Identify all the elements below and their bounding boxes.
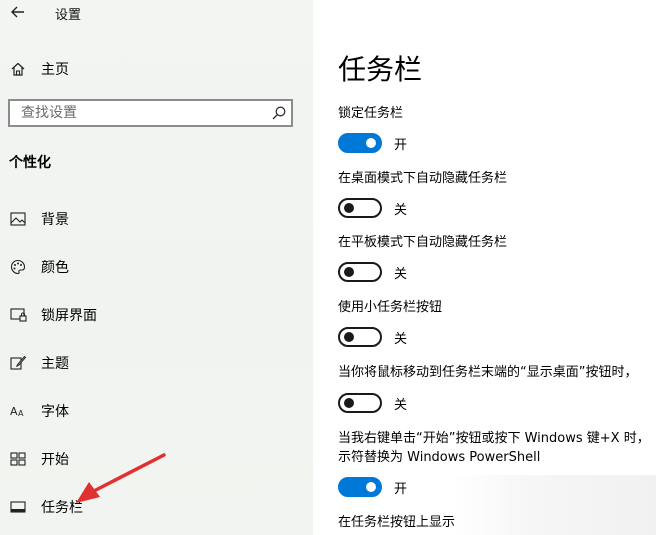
picture-icon: [9, 210, 27, 228]
back-arrow-icon[interactable]: [9, 3, 27, 21]
sidebar-item-label: 字体: [41, 404, 69, 420]
window-title: 设置: [55, 8, 82, 23]
setting-row-powershell: 开: [338, 477, 407, 497]
taskbar-icon: [9, 498, 27, 516]
search-box[interactable]: [8, 99, 293, 127]
toggle-knob: [344, 267, 354, 277]
toggle-state-label: 关: [394, 266, 408, 282]
toggle-state-label: 开: [394, 137, 408, 153]
toggle-peek-desktop[interactable]: [338, 393, 382, 413]
toggle-lock-taskbar[interactable]: [338, 133, 382, 153]
toggle-autohide-desktop[interactable]: [338, 198, 382, 218]
toggle-state-label: 关: [394, 331, 408, 347]
sidebar-item-label: 背景: [41, 212, 69, 228]
setting-label-peek-desktop: 当你将鼠标移动到任务栏末端的“显示桌面”按钮时，: [338, 365, 638, 380]
section-title: 个性化: [9, 155, 51, 171]
sidebar: 设置 主页 个性化 背景 颜色 锁屏界面: [0, 0, 313, 535]
setting-row-lock-taskbar: 开: [338, 133, 407, 153]
setting-row-autohide-tablet: 关: [338, 262, 407, 282]
setting-label-lock-taskbar: 锁定任务栏: [338, 106, 404, 121]
watermark-overlay: [451, 475, 656, 535]
page-title: 任务栏: [338, 53, 423, 86]
sidebar-item-label: 主题: [41, 356, 69, 372]
sidebar-item-start[interactable]: 开始: [9, 448, 69, 470]
search-input[interactable]: [10, 101, 261, 125]
lockscreen-icon: [9, 306, 27, 324]
setting-row-small-buttons: 关: [338, 327, 407, 347]
setting-label-small-buttons: 使用小任务栏按钮: [338, 300, 443, 315]
toggle-small-buttons[interactable]: [338, 327, 382, 347]
sidebar-item-fonts[interactable]: AA 字体: [9, 400, 69, 422]
setting-row-peek-desktop: 关: [338, 393, 407, 413]
palette-icon: [9, 258, 27, 276]
brush-icon: [9, 354, 27, 372]
start-icon: [9, 450, 27, 468]
sidebar-item-home[interactable]: 主页: [10, 59, 69, 79]
toggle-knob: [344, 398, 354, 408]
home-icon: [11, 62, 25, 76]
sidebar-item-themes[interactable]: 主题: [9, 352, 69, 374]
sidebar-item-colors[interactable]: 颜色: [9, 256, 69, 278]
setting-label-autohide-desktop: 在桌面模式下自动隐藏任务栏: [338, 171, 508, 186]
toggle-knob: [366, 138, 376, 148]
sidebar-item-label: 锁屏界面: [41, 308, 97, 324]
setting-label-autohide-tablet: 在平板模式下自动隐藏任务栏: [338, 235, 508, 250]
sidebar-item-background[interactable]: 背景: [9, 208, 69, 230]
setting-label-show-badges: 在任务栏按钮上显示: [338, 515, 456, 530]
setting-row-autohide-desktop: 关: [338, 198, 407, 218]
setting-label-powershell-line2: 示符替换为 Windows PowerShell: [338, 450, 541, 465]
toggle-autohide-tablet[interactable]: [338, 262, 382, 282]
annotation-arrow-icon: [76, 453, 166, 503]
search-icon[interactable]: [271, 105, 287, 121]
toggle-knob: [366, 482, 376, 492]
sidebar-item-label: 开始: [41, 452, 69, 468]
toggle-knob: [344, 203, 354, 213]
toggle-state-label: 关: [394, 397, 408, 413]
sidebar-item-label: 颜色: [41, 260, 69, 276]
setting-label-powershell: 当我右键单击“开始”按钮或按下 Windows 键+X 时，: [338, 431, 650, 446]
main-content: 任务栏 锁定任务栏 开 在桌面模式下自动隐藏任务栏 关 在平板模式下自动隐藏任务…: [313, 0, 656, 535]
toggle-knob: [344, 332, 354, 342]
svg-text:A: A: [10, 405, 18, 418]
toggle-state-label: 关: [394, 202, 408, 218]
svg-text:A: A: [18, 409, 24, 418]
sidebar-item-home-label: 主页: [41, 62, 69, 78]
sidebar-item-lockscreen[interactable]: 锁屏界面: [9, 304, 97, 326]
font-icon: AA: [9, 402, 27, 420]
toggle-state-label: 开: [394, 481, 408, 497]
toggle-powershell[interactable]: [338, 477, 382, 497]
